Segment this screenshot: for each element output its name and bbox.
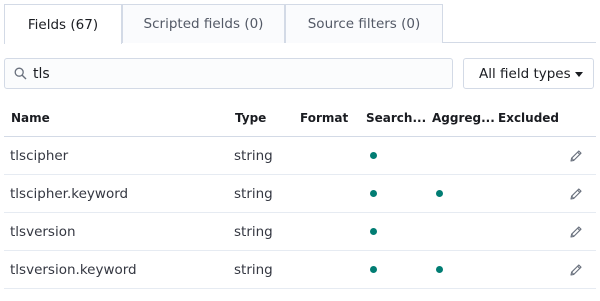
field-type-select-label: All field types <box>479 65 571 82</box>
pencil-icon[interactable] <box>568 224 584 240</box>
searchable-dot-icon <box>370 266 377 273</box>
field-name: tlsversion <box>10 224 76 240</box>
pencil-icon[interactable] <box>568 262 584 278</box>
field-type: string <box>234 224 273 240</box>
field-type: string <box>234 186 273 202</box>
field-type: string <box>234 262 273 278</box>
column-header-excluded[interactable]: Excluded <box>498 111 559 128</box>
column-header-name[interactable]: Name <box>11 111 50 128</box>
table-row: tlscipher string <box>4 137 596 175</box>
column-header-searchable[interactable]: Search... <box>366 111 426 128</box>
field-tabs: Fields (67) Scripted fields (0) Source f… <box>4 4 596 44</box>
table-row: tlsversion.keyword string <box>4 251 596 289</box>
aggregatable-dot-icon <box>436 190 443 197</box>
field-name: tlsversion.keyword <box>10 262 137 278</box>
pencil-icon[interactable] <box>568 186 584 202</box>
searchable-dot-icon <box>370 190 377 197</box>
table-row: tlsversion string <box>4 213 596 251</box>
aggregatable-dot-icon <box>436 266 443 273</box>
field-name: tlscipher.keyword <box>10 186 129 202</box>
field-search[interactable] <box>4 58 453 89</box>
pencil-icon[interactable] <box>568 148 584 164</box>
searchable-dot-icon <box>370 152 377 159</box>
tab-scripted-fields[interactable]: Scripted fields (0) <box>122 4 285 43</box>
tab-fields[interactable]: Fields (67) <box>4 4 122 44</box>
table-row: tlscipher.keyword string <box>4 175 596 213</box>
field-type-select[interactable]: All field types <box>463 58 594 89</box>
tab-source-filters[interactable]: Source filters (0) <box>285 4 443 43</box>
column-header-aggregatable[interactable]: Aggreg... <box>432 111 495 128</box>
column-header-format[interactable]: Format <box>300 111 348 128</box>
field-name: tlscipher <box>10 148 69 164</box>
search-input[interactable] <box>33 62 443 86</box>
field-type: string <box>234 148 273 164</box>
column-header-type[interactable]: Type <box>235 111 266 128</box>
search-icon <box>14 67 27 80</box>
caret-down-icon <box>575 72 583 77</box>
searchable-dot-icon <box>370 228 377 235</box>
